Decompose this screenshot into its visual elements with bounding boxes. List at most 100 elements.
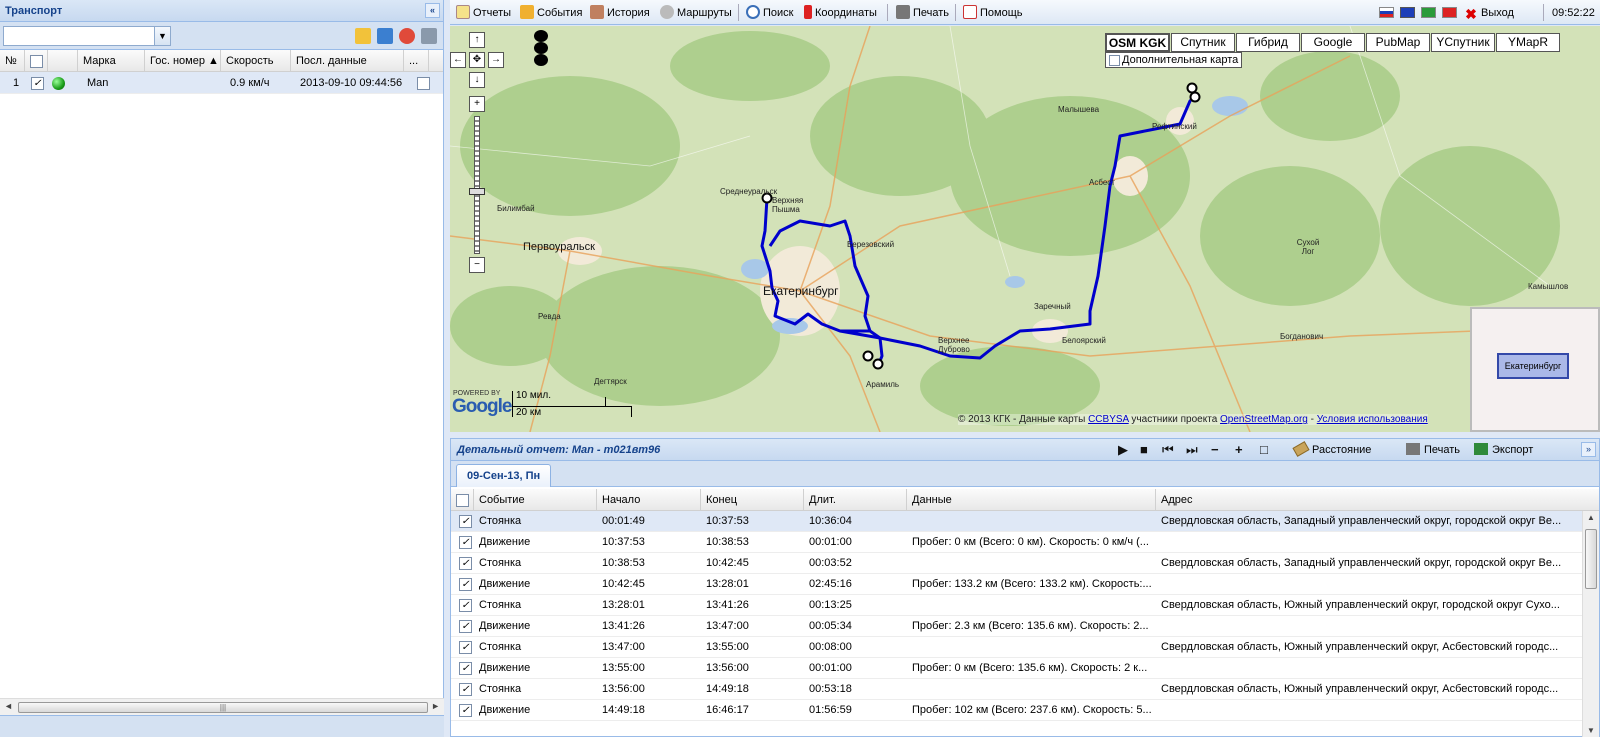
flag-uk-icon[interactable] (1400, 7, 1415, 18)
col-last-data[interactable]: Посл. данные (291, 50, 404, 72)
table-row[interactable]: ✓ Движение 10:37:53 10:38:53 00:01:00 Пробег:… (451, 532, 1582, 553)
col-start[interactable]: Начало (597, 489, 701, 511)
vertical-scrollbar[interactable]: ▲ ▼ (1582, 511, 1599, 737)
extra-map-checkbox[interactable] (1109, 54, 1120, 66)
menu-routes[interactable]: Маршруты (660, 5, 732, 21)
maptype-pubmap[interactable]: PubMap (1366, 33, 1430, 52)
stop-icon[interactable]: ■ (1140, 443, 1148, 456)
maptype-osm-kgk[interactable]: OSM KGK (1105, 33, 1170, 52)
col-num[interactable]: № (0, 50, 25, 72)
expand-icon[interactable] (377, 28, 393, 44)
tools-icon[interactable] (421, 28, 437, 44)
col-speed[interactable]: Скорость (221, 50, 291, 72)
map-view[interactable]: ↑ ← ✥ → ↓ + − OSM KGK Спутник Гибрид Goo… (450, 26, 1600, 432)
scroll-down-icon[interactable]: ▼ (1587, 726, 1595, 735)
col-address[interactable]: Адрес (1156, 489, 1599, 511)
distance-button[interactable]: Расстояние (1292, 441, 1371, 457)
pan-center-button[interactable]: ✥ (469, 52, 485, 68)
row-checkbox[interactable]: ✓ (459, 598, 472, 612)
table-row[interactable]: ✓ Стоянка 00:01:49 10:37:53 10:36:04 Свердлов… (451, 511, 1582, 532)
pan-left-button[interactable]: ← (450, 52, 466, 68)
pan-up-button[interactable]: ↑ (469, 32, 485, 48)
col-brand[interactable]: Марка (78, 50, 145, 72)
row-checkbox[interactable]: ✓ (459, 556, 472, 570)
pan-right-button[interactable]: → (488, 52, 504, 68)
menu-history[interactable]: История (590, 5, 650, 21)
maptype-ysatellite[interactable]: YСпутник (1431, 33, 1495, 52)
pan-down-button[interactable]: ↓ (469, 72, 485, 88)
fit-icon[interactable]: □ (1260, 443, 1268, 456)
col-data[interactable]: Данные (907, 489, 1156, 511)
menu-search[interactable]: Поиск (746, 5, 793, 21)
terms-link[interactable]: Условия использования (1317, 414, 1428, 425)
play-icon[interactable]: ▶ (1118, 443, 1128, 456)
skip-back-icon[interactable]: ⏮ (1162, 443, 1174, 456)
minimap-viewport[interactable]: Екатеринбург (1497, 353, 1569, 379)
menu-reports[interactable]: Отчеты (456, 5, 511, 21)
overview-minimap[interactable]: Екатеринбург (1470, 307, 1600, 432)
col-status[interactable] (48, 50, 78, 72)
scroll-left-icon[interactable]: ◄ (4, 701, 13, 711)
table-row[interactable]: ✓ Стоянка 10:38:53 10:42:45 00:03:52 Свердлов… (451, 553, 1582, 574)
table-row[interactable]: ✓ Стоянка 13:28:01 13:41:26 00:13:25 Свердлов… (451, 595, 1582, 616)
zoom-in-icon[interactable]: + (1235, 443, 1243, 456)
export-button[interactable]: Экспорт (1474, 443, 1533, 457)
chevron-down-icon[interactable]: ▼ (154, 27, 170, 45)
scroll-thumb[interactable]: ||| (18, 702, 428, 713)
table-row[interactable]: ✓ Движение 14:49:18 16:46:17 01:56:59 Пробег:… (451, 700, 1582, 721)
skip-forward-icon[interactable]: ⏭ (1186, 443, 1198, 456)
zoom-in-button[interactable]: + (469, 96, 485, 112)
horizontal-scrollbar[interactable]: ◄ ||| ► (0, 698, 444, 715)
col-duration[interactable]: Длит. (804, 489, 907, 511)
zoom-slider-handle[interactable] (469, 188, 485, 195)
table-row[interactable]: ✓ Стоянка 13:56:00 14:49:18 00:53:18 Свердлов… (451, 679, 1582, 700)
tab-day[interactable]: 09-Сен-13, Пн (456, 464, 552, 487)
menu-coordinates[interactable]: Координаты (804, 5, 877, 21)
flag-ru-icon[interactable] (1379, 7, 1394, 18)
col-plate[interactable]: Гос. номер ▲ (145, 50, 221, 72)
row-checkbox[interactable]: ✓ (459, 514, 472, 528)
maptype-satellite[interactable]: Спутник (1171, 33, 1235, 52)
table-row[interactable]: ✓ Движение 13:41:26 13:47:00 00:05:34 Пробег:… (451, 616, 1582, 637)
vehicle-filter-combo[interactable]: ▼ (3, 26, 171, 46)
maptype-google[interactable]: Google (1301, 33, 1365, 52)
zoom-slider[interactable] (474, 116, 480, 254)
row-checkbox[interactable]: ✓ (459, 619, 472, 633)
stop-icon[interactable] (399, 28, 415, 44)
flag-br-icon[interactable] (1421, 7, 1436, 18)
scroll-thumb[interactable] (1585, 529, 1597, 589)
row-checkbox[interactable]: ✓ (459, 661, 472, 675)
zoom-out-button[interactable]: − (469, 257, 485, 273)
collapse-report-button[interactable]: » (1581, 442, 1596, 457)
vehicle-checkbox[interactable]: ✓ (31, 76, 44, 90)
row-checkbox[interactable]: ✓ (459, 640, 472, 654)
report-print-button[interactable]: Печать (1406, 443, 1460, 457)
menu-help[interactable]: Помощь (963, 5, 1023, 21)
scroll-up-icon[interactable]: ▲ (1587, 513, 1595, 522)
zoom-out-icon[interactable]: − (1211, 443, 1219, 456)
row-checkbox[interactable]: ✓ (459, 577, 472, 591)
row-checkbox[interactable]: ✓ (459, 682, 472, 696)
col-more[interactable]: ... (404, 50, 429, 72)
row-checkbox[interactable]: ✓ (459, 535, 472, 549)
osm-link[interactable]: OpenStreetMap.org (1220, 414, 1308, 425)
menu-events[interactable]: События (520, 5, 582, 21)
row-checkbox[interactable]: ✓ (459, 703, 472, 717)
table-row[interactable]: ✓ Движение 10:42:45 13:28:01 02:45:16 Пробег:… (451, 574, 1582, 595)
extra-map-toggle[interactable]: Дополнительная карта (1105, 52, 1243, 68)
col-select-all[interactable] (25, 50, 48, 72)
collapse-panel-button[interactable]: « (425, 3, 440, 18)
vehicle-extra-checkbox[interactable] (417, 76, 430, 90)
col-end[interactable]: Конец (701, 489, 804, 511)
maptype-ymapr[interactable]: YMapR (1496, 33, 1560, 52)
folder-icon[interactable] (355, 28, 371, 44)
maptype-hybrid[interactable]: Гибрид (1236, 33, 1300, 52)
table-row[interactable]: ✓ Движение 13:55:00 13:56:00 00:01:00 Пробег:… (451, 658, 1582, 679)
ccbysa-link[interactable]: CCBYSA (1088, 414, 1129, 425)
col-event[interactable]: Событие (474, 489, 597, 511)
scroll-right-icon[interactable]: ► (431, 701, 440, 711)
select-all-checkbox[interactable] (456, 493, 469, 507)
select-all-checkbox[interactable] (30, 54, 43, 68)
table-row[interactable]: ✓ Стоянка 13:47:00 13:55:00 00:08:00 Свердлов… (451, 637, 1582, 658)
flag-tr-icon[interactable] (1442, 7, 1457, 18)
